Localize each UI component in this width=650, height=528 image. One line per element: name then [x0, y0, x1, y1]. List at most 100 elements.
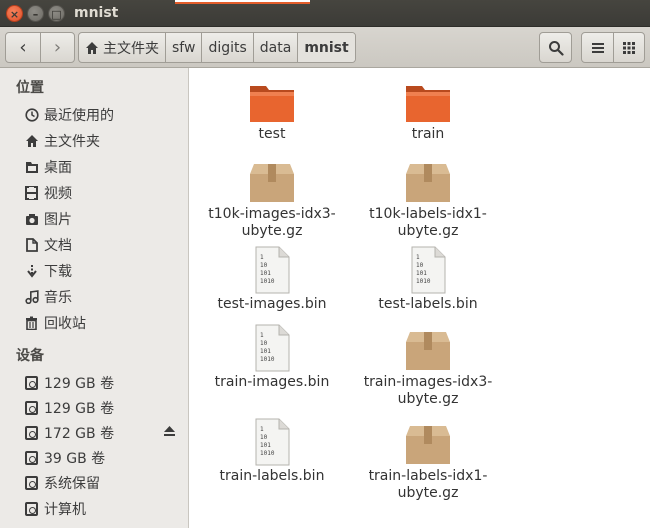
places-heading: 位置 [16, 80, 44, 96]
drive-icon [25, 451, 38, 465]
video-icon [24, 186, 39, 201]
sidebar-item-home[interactable]: 主文件夹 [24, 130, 184, 152]
grid-icon [623, 41, 635, 54]
home-icon [24, 134, 39, 149]
sidebar-item-trash[interactable]: 回收站 [24, 312, 184, 334]
file-name: test-images.bin [217, 296, 327, 312]
chevron-left-icon: ‹ [19, 37, 27, 58]
file-name: train-images-idx3- [363, 374, 493, 390]
drive-icon [25, 502, 38, 516]
sidebar-item-videos[interactable]: 视频 [24, 182, 184, 204]
file-name: train-images.bin [214, 374, 330, 390]
grid-view-button[interactable] [613, 33, 644, 62]
maximize-window-button[interactable]: □ [48, 5, 65, 22]
close-window-button[interactable]: × [6, 5, 23, 22]
sidebar-item-label: 39 GB 卷 [44, 451, 106, 467]
sidebar-item-label: 下载 [44, 264, 72, 280]
sidebar-item-downloads[interactable]: 下载 [24, 260, 184, 282]
file-name: train-labels.bin [219, 468, 325, 484]
minimize-window-button[interactable]: – [27, 5, 44, 22]
sidebar-item-label: 172 GB 卷 [44, 426, 115, 442]
breadcrumb-home[interactable]: 主文件夹 [79, 33, 166, 62]
breadcrumb-label: 主文件夹 [103, 40, 159, 57]
binary-digits: 1010 [416, 278, 431, 285]
search-button[interactable] [539, 32, 572, 63]
file-item-folder[interactable]: test [202, 82, 342, 143]
sidebar-item-pictures[interactable]: 图片 [24, 208, 184, 230]
file-item-binary[interactable]: 1 10 101 1010 test-images.bin [202, 246, 342, 313]
drive-icon [25, 426, 38, 440]
archive-icon [248, 160, 296, 204]
sidebar-item-label: 系统保留 [44, 476, 100, 492]
sidebar-item-label: 主文件夹 [44, 134, 100, 150]
devices-heading: 设备 [16, 348, 44, 364]
file-item-archive[interactable]: t10k-labels-idx1- ubyte.gz [358, 160, 498, 240]
search-icon [548, 40, 564, 56]
eject-icon[interactable] [163, 425, 176, 441]
file-item-folder[interactable]: train [358, 82, 498, 143]
trash-icon [24, 316, 39, 331]
sidebar-item-label: 129 GB 卷 [44, 401, 115, 417]
breadcrumb-mnist[interactable]: mnist [298, 33, 355, 62]
breadcrumb-label: sfw [172, 39, 196, 56]
binary-digits: 10 [416, 262, 424, 269]
sidebar-item-recent[interactable]: 最近使用的 [24, 104, 184, 126]
home-icon [86, 41, 98, 54]
file-name: test [258, 126, 286, 142]
sidebar-item-label: 桌面 [44, 160, 72, 176]
breadcrumb-data[interactable]: data [254, 33, 299, 62]
binary-digits: 1 [260, 426, 264, 433]
file-name-line2: ubyte.gz [397, 223, 459, 239]
file-item-archive[interactable]: train-images-idx3- ubyte.gz [358, 328, 498, 408]
sidebar-item-label: 最近使用的 [44, 108, 114, 124]
sidebar-device-172gb[interactable]: 172 GB 卷 [24, 422, 184, 444]
breadcrumb-digits[interactable]: digits [202, 33, 254, 62]
binary-digits: 101 [260, 442, 271, 449]
file-item-archive[interactable]: t10k-images-idx3- ubyte.gz [202, 160, 342, 240]
back-button[interactable]: ‹ [6, 33, 40, 62]
file-item-binary[interactable]: 1 10 101 1010 train-images.bin [202, 324, 342, 391]
document-icon [24, 238, 39, 253]
sidebar-item-desktop[interactable]: 桌面 [24, 156, 184, 178]
background-window-edge [175, 0, 310, 4]
binary-file-icon: 1 10 101 1010 [409, 246, 447, 294]
list-view-button[interactable] [582, 33, 613, 62]
sidebar-item-label: 文档 [44, 238, 72, 254]
window-title: mnist [74, 5, 119, 21]
sidebar-device-system-reserved[interactable]: 系统保留 [24, 472, 184, 494]
file-name: train-labels-idx1- [368, 468, 488, 484]
sidebar-item-label: 计算机 [44, 502, 86, 518]
binary-digits: 10 [260, 340, 268, 347]
binary-digits: 10 [260, 262, 268, 269]
binary-file-icon: 1 10 101 1010 [253, 324, 291, 372]
sidebar-item-documents[interactable]: 文档 [24, 234, 184, 256]
binary-digits: 10 [260, 434, 268, 441]
file-item-binary[interactable]: 1 10 101 1010 test-labels.bin [358, 246, 498, 313]
archive-icon [404, 422, 452, 466]
drive-icon [25, 401, 38, 415]
sidebar-item-label: 音乐 [44, 290, 72, 306]
drive-icon [25, 376, 38, 390]
file-item-archive[interactable]: train-labels-idx1- ubyte.gz [358, 422, 498, 502]
sidebar-item-label: 图片 [44, 212, 72, 228]
breadcrumb-label: digits [208, 39, 247, 56]
breadcrumb-sfw[interactable]: sfw [166, 33, 203, 62]
binary-digits: 1 [416, 254, 420, 261]
binary-digits: 101 [260, 270, 271, 277]
file-name-line2: ubyte.gz [241, 223, 303, 239]
sidebar-item-music[interactable]: 音乐 [24, 286, 184, 308]
camera-icon [24, 212, 39, 227]
binary-digits: 1 [260, 332, 264, 339]
breadcrumb-label: mnist [304, 39, 349, 56]
archive-icon [404, 160, 452, 204]
title-bar: × – □ mnist [0, 0, 650, 27]
file-item-binary[interactable]: 1 10 101 1010 train-labels.bin [202, 418, 342, 485]
forward-button[interactable]: › [40, 33, 74, 62]
drive-icon [25, 476, 38, 490]
sidebar-item-label: 129 GB 卷 [44, 376, 115, 392]
sidebar-device-129gb-2[interactable]: 129 GB 卷 [24, 397, 184, 419]
sidebar-device-129gb-1[interactable]: 129 GB 卷 [24, 372, 184, 394]
sidebar-device-computer[interactable]: 计算机 [24, 498, 184, 520]
sidebar-device-39gb[interactable]: 39 GB 卷 [24, 447, 184, 469]
folder-icon [248, 82, 296, 124]
